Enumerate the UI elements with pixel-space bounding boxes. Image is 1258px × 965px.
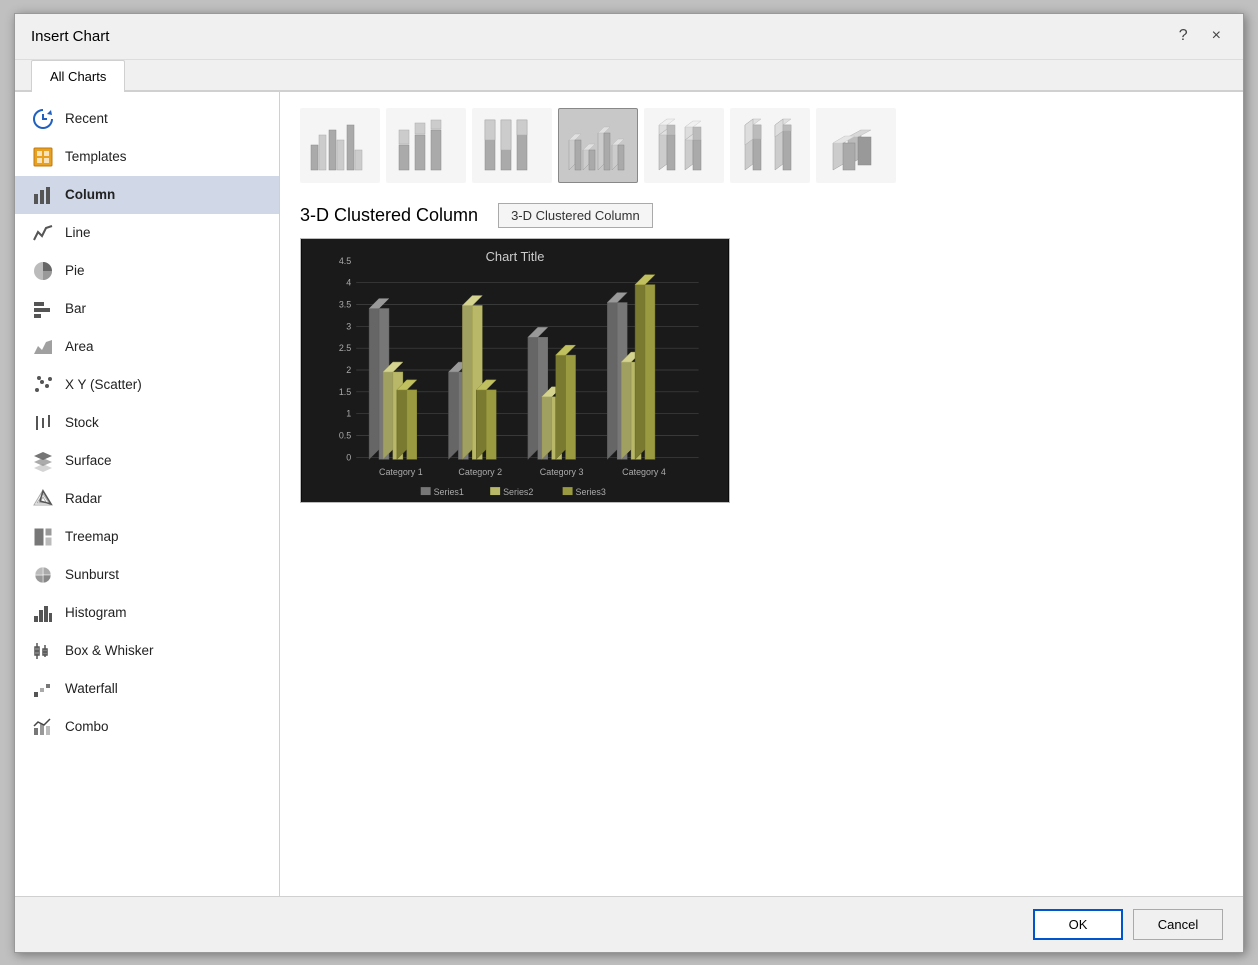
boxwhisker-label: Box & Whisker — [65, 643, 154, 658]
chart-icon-3d-clustered[interactable] — [558, 108, 638, 183]
recent-icon — [31, 107, 55, 131]
svg-text:4: 4 — [346, 277, 351, 287]
sunburst-label: Sunburst — [65, 567, 119, 582]
radar-label: Radar — [65, 491, 102, 506]
column-label: Column — [65, 187, 115, 202]
insert-chart-dialog: Insert Chart ? × All Charts Recent — [14, 13, 1244, 953]
scatter-label: X Y (Scatter) — [65, 377, 142, 392]
sidebar-item-waterfall[interactable]: Waterfall — [15, 670, 279, 708]
sunburst-icon — [31, 563, 55, 587]
cancel-button[interactable]: Cancel — [1133, 909, 1223, 940]
svg-text:Series2: Series2 — [503, 487, 533, 497]
surface-label: Surface — [65, 453, 112, 468]
sidebar-item-stock[interactable]: Stock — [15, 404, 279, 442]
sidebar-item-radar[interactable]: Radar — [15, 480, 279, 518]
area-label: Area — [65, 339, 94, 354]
sidebar-item-recent[interactable]: Recent — [15, 100, 279, 138]
sidebar-item-combo[interactable]: Combo — [15, 708, 279, 746]
chart-icon-stacked-col[interactable] — [386, 108, 466, 183]
sidebar-item-surface[interactable]: Surface — [15, 442, 279, 480]
boxwhisker-icon — [31, 639, 55, 663]
help-button[interactable]: ? — [1173, 25, 1194, 47]
chart-icon-100pct-stacked[interactable] — [472, 108, 552, 183]
treemap-icon — [31, 525, 55, 549]
sidebar-item-templates[interactable]: Templates — [15, 138, 279, 176]
surface-icon — [31, 449, 55, 473]
dialog-title: Insert Chart — [31, 28, 109, 45]
waterfall-label: Waterfall — [65, 681, 118, 696]
ok-button[interactable]: OK — [1033, 909, 1123, 940]
svg-text:2.5: 2.5 — [339, 343, 351, 353]
main-panel: 3-D Clustered Column 3-D Clustered Colum… — [280, 92, 1243, 896]
close-button[interactable]: × — [1206, 25, 1227, 47]
svg-text:Category 1: Category 1 — [379, 467, 423, 477]
recent-label: Recent — [65, 111, 108, 126]
content-area: Recent Templates — [15, 92, 1243, 896]
sidebar-item-sunburst[interactable]: Sunburst — [15, 556, 279, 594]
title-bar: Insert Chart ? × — [15, 14, 1243, 60]
sidebar-item-treemap[interactable]: Treemap — [15, 518, 279, 556]
svg-text:Chart Title: Chart Title — [486, 248, 545, 263]
chart-icon-3d-stacked[interactable] — [644, 108, 724, 183]
combo-icon — [31, 715, 55, 739]
svg-text:0: 0 — [346, 452, 351, 462]
histogram-icon — [31, 601, 55, 625]
line-icon — [31, 221, 55, 245]
svg-text:Series1: Series1 — [434, 487, 464, 497]
area-icon — [31, 335, 55, 359]
sidebar-item-area[interactable]: Area — [15, 328, 279, 366]
button-bar: OK Cancel — [15, 896, 1243, 952]
sidebar-item-boxwhisker[interactable]: Box & Whisker — [15, 632, 279, 670]
sidebar: Recent Templates — [15, 92, 280, 896]
bar-icon — [31, 297, 55, 321]
svg-text:4.5: 4.5 — [339, 255, 351, 265]
svg-text:0.5: 0.5 — [339, 430, 351, 440]
chart-type-label-box: 3-D Clustered Column — [498, 203, 653, 228]
sidebar-item-bar[interactable]: Bar — [15, 290, 279, 328]
svg-text:1: 1 — [346, 408, 351, 418]
chart-icons-row — [300, 108, 1223, 183]
chart-icon-3d-100pct[interactable] — [730, 108, 810, 183]
line-label: Line — [65, 225, 91, 240]
svg-text:Category 3: Category 3 — [540, 467, 584, 477]
bar-label: Bar — [65, 301, 86, 316]
stock-icon — [31, 411, 55, 435]
sidebar-item-scatter[interactable]: X Y (Scatter) — [15, 366, 279, 404]
templates-icon — [31, 145, 55, 169]
radar-icon — [31, 487, 55, 511]
sidebar-item-pie[interactable]: Pie — [15, 252, 279, 290]
pie-icon — [31, 259, 55, 283]
preview-title-row: 3-D Clustered Column 3-D Clustered Colum… — [300, 203, 1223, 228]
preview-section: 3-D Clustered Column 3-D Clustered Colum… — [300, 203, 1223, 503]
combo-label: Combo — [65, 719, 109, 734]
chart-type-label: 3-D Clustered Column — [511, 208, 640, 223]
sidebar-item-line[interactable]: Line — [15, 214, 279, 252]
tab-all-charts[interactable]: All Charts — [31, 60, 125, 92]
title-bar-buttons: ? × — [1173, 25, 1227, 47]
svg-text:Category 4: Category 4 — [622, 467, 666, 477]
histogram-label: Histogram — [65, 605, 127, 620]
tab-bar: All Charts — [15, 60, 1243, 92]
treemap-label: Treemap — [65, 529, 119, 544]
svg-text:2: 2 — [346, 364, 351, 374]
svg-text:3: 3 — [346, 321, 351, 331]
waterfall-icon — [31, 677, 55, 701]
sidebar-item-histogram[interactable]: Histogram — [15, 594, 279, 632]
column-icon — [31, 183, 55, 207]
sidebar-item-column[interactable]: Column — [15, 176, 279, 214]
stock-label: Stock — [65, 415, 99, 430]
chart-preview: Chart Title 0 0.5 — [300, 238, 730, 503]
pie-label: Pie — [65, 263, 85, 278]
svg-text:Series3: Series3 — [576, 487, 606, 497]
svg-text:1.5: 1.5 — [339, 386, 351, 396]
chart-icon-3d-col[interactable] — [816, 108, 896, 183]
chart-icon-clustered-col[interactable] — [300, 108, 380, 183]
svg-text:3.5: 3.5 — [339, 299, 351, 309]
svg-text:Category 2: Category 2 — [458, 467, 502, 477]
scatter-icon — [31, 373, 55, 397]
templates-label: Templates — [65, 149, 127, 164]
chart-type-title: 3-D Clustered Column — [300, 205, 478, 226]
